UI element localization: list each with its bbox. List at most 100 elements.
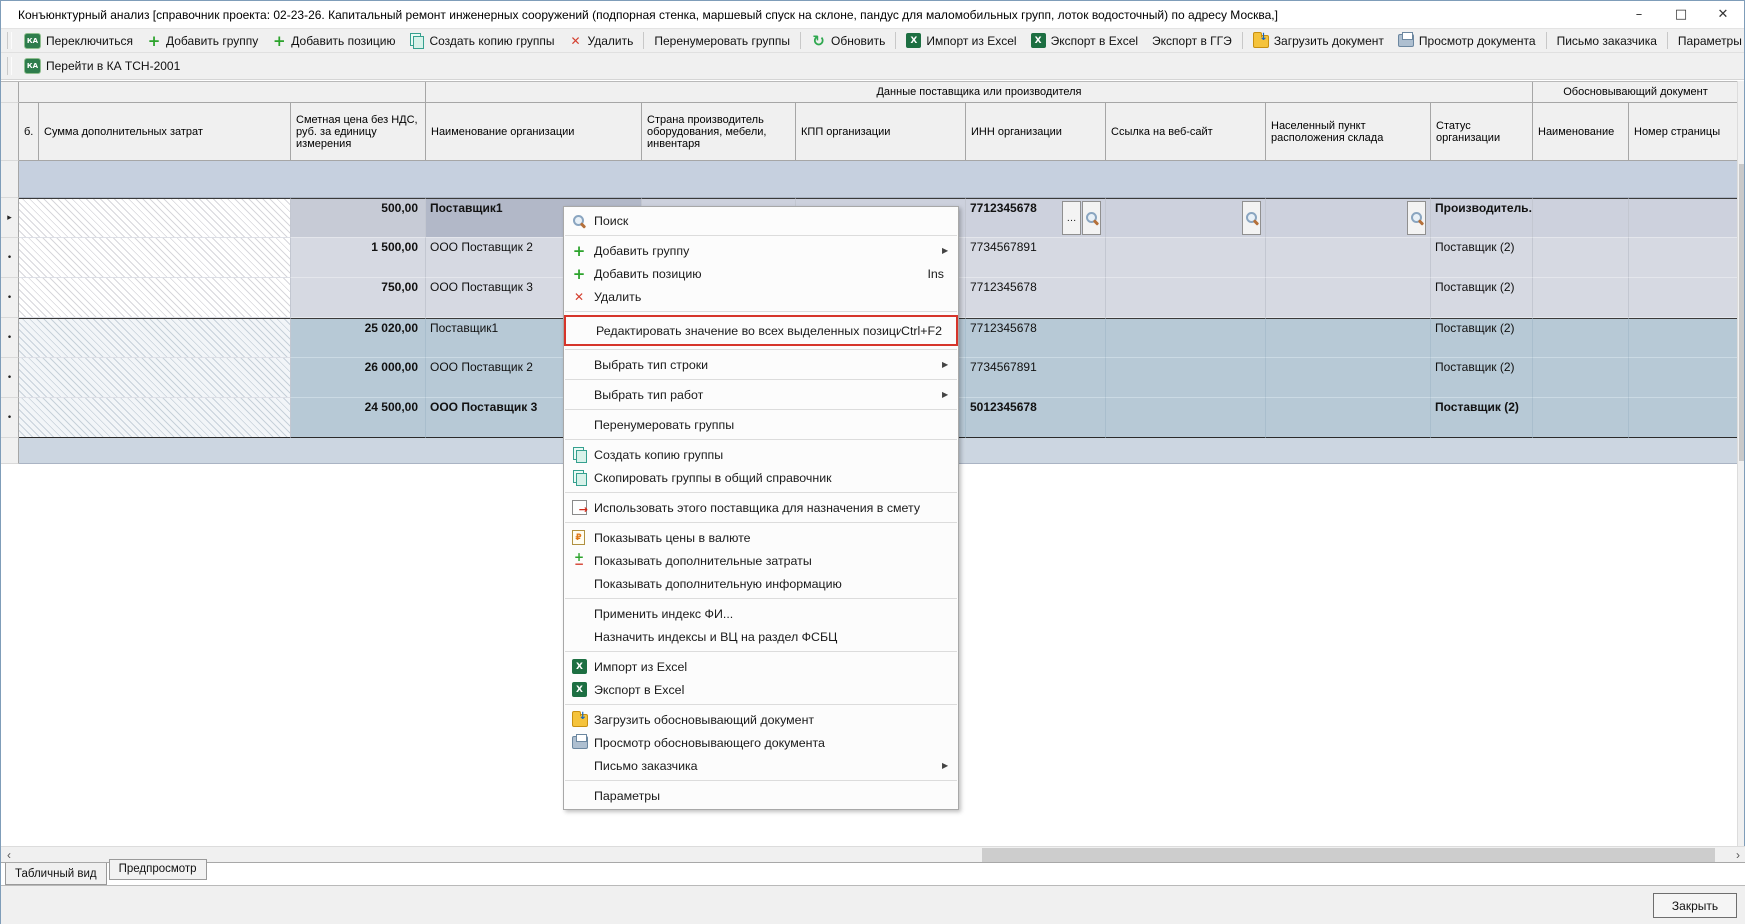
inn-cell[interactable]: 7712345678 (966, 318, 1106, 358)
website-cell[interactable] (1106, 278, 1266, 318)
website-cell[interactable] (1106, 238, 1266, 278)
lookup-button[interactable] (1082, 201, 1101, 235)
menu-item-show-extra-info[interactable]: Показывать дополнительную информацию (564, 572, 958, 595)
warehouse-city-cell[interactable] (1266, 358, 1431, 398)
refresh-button[interactable]: ↻ Обновить (804, 29, 892, 52)
column-header-price[interactable]: Сметная цена без НДС, руб. за единицу из… (291, 103, 426, 161)
doc-name-cell[interactable] (1533, 238, 1629, 278)
horizontal-scrollbar-track[interactable] (17, 847, 1730, 863)
website-cell[interactable] (1106, 358, 1266, 398)
load-document-button[interactable]: Загрузить документ (1246, 29, 1391, 52)
page-number-cell[interactable] (1629, 318, 1739, 358)
inn-cell[interactable]: 5012345678 (966, 398, 1106, 438)
inn-cell[interactable]: 7712345678 (966, 278, 1106, 318)
inn-cell[interactable]: 7712345678 … (966, 198, 1106, 238)
page-number-cell[interactable] (1629, 398, 1739, 438)
menu-item-select-row-type[interactable]: Выбрать тип строки ▶ (564, 353, 958, 376)
export-gge-button[interactable]: Экспорт в ГГЭ (1145, 29, 1239, 52)
menu-item-edit-value-all-selected[interactable]: Редактировать значение во всех выделенны… (566, 317, 956, 344)
page-number-cell[interactable] (1629, 358, 1739, 398)
price-cell[interactable]: 500,00 (291, 198, 426, 238)
delete-button[interactable]: ✕ Удалить (562, 29, 641, 52)
org-status-cell[interactable]: Поставщик (2) (1431, 238, 1533, 278)
scroll-right-arrow[interactable]: › (1730, 847, 1745, 863)
export-excel-button[interactable]: X Экспорт в Excel (1024, 29, 1145, 52)
column-header-country[interactable]: Страна производитель оборудования, мебел… (642, 103, 796, 161)
warehouse-city-cell[interactable] (1266, 398, 1431, 438)
price-cell[interactable]: 25 020,00 (291, 318, 426, 358)
inn-cell[interactable]: 7734567891 (966, 358, 1106, 398)
price-cell[interactable]: 24 500,00 (291, 398, 426, 438)
inn-cell[interactable]: 7734567891 (966, 238, 1106, 278)
column-header-warehouse-city[interactable]: Населенный пункт расположения склада (1266, 103, 1431, 161)
org-status-cell[interactable]: Поставщик (2) (1431, 398, 1533, 438)
menu-item-copy-groups-to-shared[interactable]: Скопировать группы в общий справочник (564, 466, 958, 489)
menu-item-select-work-type[interactable]: Выбрать тип работ ▶ (564, 383, 958, 406)
column-header-doc-name[interactable]: Наименование (1533, 103, 1629, 161)
add-group-button[interactable]: + Добавить группу (140, 29, 265, 52)
menu-item-apply-fi-index[interactable]: Применить индекс ФИ... (564, 602, 958, 625)
menu-item-import-excel[interactable]: X Импорт из Excel (564, 655, 958, 678)
menu-item-renumber-groups[interactable]: Перенумеровать группы (564, 413, 958, 436)
column-header-extra-costs[interactable]: Сумма дополнительных затрат (39, 103, 291, 161)
ellipsis-button[interactable]: … (1062, 201, 1081, 235)
doc-name-cell[interactable] (1533, 198, 1629, 238)
switch-button[interactable]: КА Переключиться (17, 29, 140, 52)
menu-item-assign-indexes-fsbc[interactable]: Назначить индексы и ВЦ на раздел ФСБЦ (564, 625, 958, 648)
menu-item-copy-group[interactable]: Создать копию группы (564, 443, 958, 466)
page-number-cell[interactable] (1629, 198, 1739, 238)
org-status-cell[interactable]: Поставщик (2) (1431, 278, 1533, 318)
maximize-button[interactable]: □ (1660, 1, 1702, 28)
menu-item-use-supplier-for-estimate[interactable]: Использовать этого поставщика для назнач… (564, 496, 958, 519)
org-status-cell[interactable]: Поставщик (2) (1431, 318, 1533, 358)
website-cell[interactable] (1106, 198, 1266, 238)
goto-ka-tsn-button[interactable]: КА Перейти в КА ТСН-2001 (17, 53, 187, 79)
column-header-page-number[interactable]: Номер страницы (1629, 103, 1739, 161)
page-number-cell[interactable] (1629, 278, 1739, 318)
website-cell[interactable] (1106, 318, 1266, 358)
minimize-button[interactable]: – (1618, 1, 1660, 28)
menu-item-show-extra-costs[interactable]: +− Показывать дополнительные затраты (564, 549, 958, 572)
column-header-b[interactable]: б. (19, 103, 39, 161)
parameters-button[interactable]: Параметры (1671, 29, 1745, 52)
org-status-cell[interactable]: Производитель... (1431, 198, 1533, 238)
warehouse-city-cell[interactable] (1266, 278, 1431, 318)
warehouse-city-cell[interactable] (1266, 318, 1431, 358)
lookup-button[interactable] (1407, 201, 1426, 235)
column-header-website[interactable]: Ссылка на веб-сайт (1106, 103, 1266, 161)
column-header-inn[interactable]: ИНН организации (966, 103, 1106, 161)
close-dialog-button[interactable]: Закрыть (1653, 893, 1737, 918)
menu-item-delete[interactable]: ✕ Удалить (564, 285, 958, 308)
menu-item-view-justifying-document[interactable]: Просмотр обосновывающего документа (564, 731, 958, 754)
vertical-scrollbar-thumb[interactable] (1739, 164, 1744, 461)
price-cell[interactable]: 750,00 (291, 278, 426, 318)
warehouse-city-cell[interactable] (1266, 238, 1431, 278)
website-cell[interactable] (1106, 398, 1266, 438)
menu-item-search[interactable]: Поиск (564, 209, 958, 232)
menu-item-customer-letter[interactable]: Письмо заказчика ▶ (564, 754, 958, 777)
tab-table-view[interactable]: Табличный вид (5, 863, 107, 885)
price-cell[interactable]: 26 000,00 (291, 358, 426, 398)
renumber-groups-button[interactable]: Перенумеровать группы (647, 29, 797, 52)
org-status-cell[interactable]: Поставщик (2) (1431, 358, 1533, 398)
view-document-button[interactable]: Просмотр документа (1391, 29, 1543, 52)
lookup-button[interactable] (1242, 201, 1261, 235)
column-header-org-name[interactable]: Наименование организации (426, 103, 642, 161)
menu-item-parameters[interactable]: Параметры (564, 784, 958, 807)
copy-group-button[interactable]: Создать копию группы (402, 29, 561, 52)
menu-item-export-excel[interactable]: X Экспорт в Excel (564, 678, 958, 701)
page-number-cell[interactable] (1629, 238, 1739, 278)
vertical-scrollbar[interactable] (1737, 81, 1744, 846)
doc-name-cell[interactable] (1533, 358, 1629, 398)
doc-name-cell[interactable] (1533, 398, 1629, 438)
customer-letter-button[interactable]: Письмо заказчика (1550, 29, 1664, 52)
close-button[interactable]: ✕ (1702, 1, 1744, 28)
scroll-left-arrow[interactable]: ‹ (1, 847, 17, 863)
menu-item-add-position[interactable]: + Добавить позицию Ins (564, 262, 958, 285)
horizontal-scrollbar[interactable]: ‹ › (1, 846, 1745, 862)
column-header-kpp[interactable]: КПП организации (796, 103, 966, 161)
import-excel-button[interactable]: X Импорт из Excel (899, 29, 1023, 52)
add-position-button[interactable]: + Добавить позицию (265, 29, 402, 52)
doc-name-cell[interactable] (1533, 278, 1629, 318)
doc-name-cell[interactable] (1533, 318, 1629, 358)
